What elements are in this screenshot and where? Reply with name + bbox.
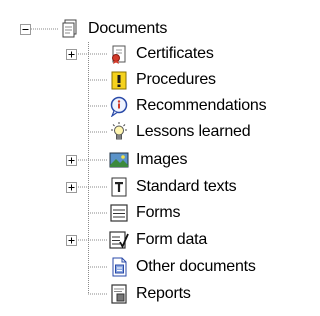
lightbulb-icon [108,121,130,143]
tree-node-images[interactable]: Images [108,148,187,172]
tree-node-label: Other documents [136,258,256,275]
plus-icon [68,157,75,164]
tree-node-reports[interactable]: Reports [108,282,191,306]
image-icon [108,149,130,171]
tree-node-label: Form data [136,231,208,248]
expand-toggle-standard-texts[interactable] [66,182,77,193]
tree-node-documents[interactable]: Documents [60,17,167,41]
tree-node-lessons-learned[interactable]: Lessons learned [108,120,251,144]
tree-node-label: Images [136,151,188,168]
plus-icon [68,184,75,191]
tree-node-standard-texts[interactable]: Standard texts [108,175,237,199]
expand-toggle-images[interactable] [66,155,77,166]
minus-icon [22,29,29,30]
certificate-icon [108,43,130,65]
warning-note-icon [108,69,130,91]
collapse-toggle-documents[interactable] [20,24,31,35]
tree-node-form-data[interactable]: Form data [108,228,207,252]
tree-node-procedures[interactable]: Procedures [108,68,216,92]
tree-node-label: Certificates [136,45,214,62]
tree-node-label: Forms [136,204,181,221]
tree-node-label: Recommendations [136,97,267,114]
plus-icon [68,51,75,58]
tree-node-label: Standard texts [136,178,237,195]
document-tree: Documents Certificates Procedures Recomm… [0,0,295,316]
other-document-icon [108,256,130,278]
tree-node-label: Lessons learned [136,123,251,140]
document-folder-icon [60,18,82,40]
text-document-icon [108,176,130,198]
form-data-icon [108,229,130,251]
tree-node-recommendations[interactable]: Recommendations [108,94,267,118]
tree-node-label: Reports [136,285,191,302]
plus-icon [68,237,75,244]
report-icon [108,283,130,305]
tree-node-label: Procedures [136,71,216,88]
form-icon [108,202,130,224]
recommendation-icon [108,95,130,117]
expand-toggle-certificates[interactable] [66,49,77,60]
expand-toggle-form-data[interactable] [66,235,77,246]
tree-node-forms[interactable]: Forms [108,201,181,225]
tree-node-other-documents[interactable]: Other documents [108,255,256,279]
tree-node-certificates[interactable]: Certificates [108,42,214,66]
tree-node-label: Documents [88,20,168,37]
